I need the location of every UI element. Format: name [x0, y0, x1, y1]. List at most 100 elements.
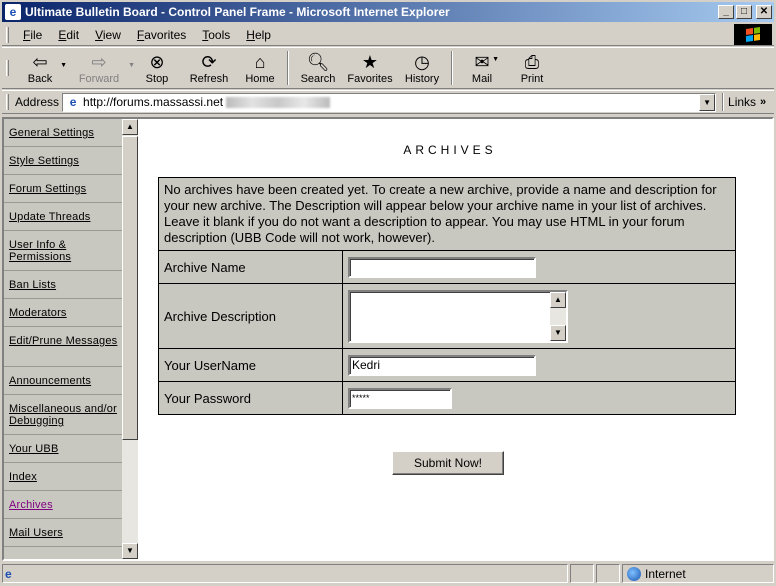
- address-input[interactable]: e http://forums.massassi.net ▼: [62, 92, 717, 112]
- page-status-icon: e: [5, 566, 12, 581]
- history-icon: ◷: [414, 52, 430, 72]
- home-label: Home: [245, 73, 275, 85]
- page-title: ARCHIVES: [403, 143, 497, 157]
- password-label: Your Password: [158, 381, 343, 415]
- sidebar-item-archives[interactable]: Archives: [4, 491, 122, 519]
- nav-scrollbar[interactable]: ▲ ▼: [122, 119, 138, 559]
- security-zone: Internet: [622, 564, 774, 583]
- mail-icon: ✉: [474, 52, 490, 72]
- address-dropdown-icon[interactable]: ▼: [699, 93, 716, 111]
- sidebar-item-forum-settings[interactable]: Forum Settings: [4, 175, 122, 203]
- page-icon: e: [69, 95, 77, 109]
- sidebar-item-your-ubb[interactable]: Your UBB: [4, 435, 122, 463]
- sidebar-item-announcements[interactable]: Announcements: [4, 367, 122, 395]
- menu-view[interactable]: View: [87, 28, 129, 42]
- sidebar-item-general-settings[interactable]: General Settings: [4, 119, 122, 147]
- search-button[interactable]: 🔍︎ Search: [293, 48, 343, 88]
- browser-content: General Settings Style Settings Forum Se…: [2, 117, 774, 561]
- scroll-thumb[interactable]: [122, 136, 138, 440]
- windows-logo-icon: [734, 24, 772, 45]
- toolbar-separator: [287, 51, 289, 85]
- submit-button[interactable]: Submit Now!: [392, 451, 504, 475]
- menu-favorites[interactable]: Favorites: [129, 28, 194, 42]
- sidebar-item-miscellaneous[interactable]: Miscellaneous and/or Debugging: [4, 395, 122, 435]
- refresh-icon: ⟳: [201, 52, 217, 72]
- scroll-up-icon[interactable]: ▲: [550, 291, 566, 308]
- toolbar-grip[interactable]: [6, 60, 9, 76]
- menu-help[interactable]: Help: [238, 28, 279, 42]
- archive-description-label: Archive Description: [158, 283, 343, 349]
- print-label: Print: [520, 73, 544, 85]
- favorites-folder-icon: ★: [361, 52, 379, 72]
- refresh-label: Refresh: [189, 73, 229, 85]
- home-button[interactable]: ⌂ Home: [237, 48, 283, 88]
- stop-button[interactable]: ⊗ Stop: [133, 48, 181, 88]
- menu-edit[interactable]: Edit: [50, 28, 87, 42]
- back-button[interactable]: ⇦ Back ▼: [15, 48, 67, 88]
- sidebar-item-update-threads[interactable]: Update Threads: [4, 203, 122, 231]
- scroll-down-icon[interactable]: ▼: [122, 543, 138, 559]
- close-button[interactable]: ✕: [756, 5, 772, 19]
- stop-icon: ⊗: [149, 52, 165, 72]
- printer-icon: ⎙: [524, 52, 540, 72]
- back-label: Back: [27, 73, 53, 85]
- menu-tools[interactable]: Tools: [194, 28, 238, 42]
- mail-button[interactable]: ✉ Mail ▼: [457, 48, 507, 88]
- status-cell: [596, 564, 620, 583]
- sidebar-item-index[interactable]: Index: [4, 463, 122, 491]
- minimize-button[interactable]: _: [718, 5, 734, 19]
- links-button[interactable]: Links: [728, 95, 756, 109]
- search-icon: 🔍︎: [306, 52, 330, 72]
- toolbar-separator: [722, 93, 725, 111]
- sidebar-item-mail-users[interactable]: Mail Users: [4, 519, 122, 547]
- toolbar-grip[interactable]: [6, 26, 9, 43]
- history-button[interactable]: ◷ History: [397, 48, 447, 88]
- status-cell: [570, 564, 594, 583]
- sidebar-item-edit-prune-messages[interactable]: Edit/Prune Messages: [4, 327, 122, 367]
- sidebar-item-ban-lists[interactable]: Ban Lists: [4, 271, 122, 299]
- menu-file[interactable]: File: [15, 28, 50, 42]
- window-titlebar[interactable]: e Ultimate Bulletin Board - Control Pane…: [2, 2, 774, 22]
- main-frame: ARCHIVES No archives have been created y…: [140, 119, 772, 559]
- menu-bar: File Edit View Favorites Tools Help: [2, 24, 774, 46]
- status-bar: e Internet: [2, 563, 774, 584]
- standard-toolbar: ⇦ Back ▼ ⇨ Forward ▼ ⊗ Stop ⟳ Refresh ⌂ …: [2, 47, 774, 89]
- textarea-scrollbar[interactable]: ▲ ▼: [550, 291, 566, 341]
- sidebar-item-style-settings[interactable]: Style Settings: [4, 147, 122, 175]
- archive-description-textarea[interactable]: ▲ ▼: [348, 289, 568, 343]
- forward-label: Forward: [78, 73, 120, 85]
- password-input[interactable]: *****: [348, 387, 452, 409]
- chevron-right-icon[interactable]: »: [760, 96, 766, 108]
- favorites-button[interactable]: ★ Favorites: [343, 48, 397, 88]
- zone-label: Internet: [645, 566, 686, 581]
- address-bar: Address e http://forums.massassi.net ▼ L…: [2, 90, 774, 114]
- window-title: Ultimate Bulletin Board - Control Panel …: [25, 5, 450, 19]
- forward-arrow-icon: ⇨: [91, 52, 107, 72]
- search-label: Search: [300, 73, 336, 85]
- username-input[interactable]: Kedri: [348, 354, 536, 376]
- home-icon: ⌂: [254, 52, 266, 72]
- forward-button[interactable]: ⇨ Forward ▼: [65, 48, 135, 88]
- toolbar-separator: [451, 51, 453, 85]
- mail-label: Mail: [471, 73, 493, 85]
- dropdown-arrow-icon[interactable]: ▼: [492, 56, 499, 63]
- archive-name-label: Archive Name: [158, 250, 343, 284]
- address-label: Address: [15, 95, 60, 109]
- sidebar-nav: General Settings Style Settings Forum Se…: [4, 119, 122, 547]
- print-button[interactable]: ⎙ Print: [507, 48, 557, 88]
- archive-name-input[interactable]: [348, 256, 536, 278]
- refresh-button[interactable]: ⟳ Refresh: [181, 48, 237, 88]
- back-arrow-icon: ⇦: [32, 52, 48, 72]
- intro-text: No archives have been created yet. To cr…: [158, 177, 736, 251]
- scroll-up-icon[interactable]: ▲: [122, 119, 138, 135]
- toolbar-grip[interactable]: [6, 94, 9, 110]
- nav-frame: General Settings Style Settings Forum Se…: [4, 119, 138, 559]
- internet-globe-icon: [627, 566, 641, 581]
- sidebar-item-moderators[interactable]: Moderators: [4, 299, 122, 327]
- archive-form-table: No archives have been created yet. To cr…: [158, 177, 736, 415]
- maximize-button[interactable]: □: [736, 5, 752, 19]
- scroll-down-icon[interactable]: ▼: [550, 324, 566, 341]
- history-label: History: [404, 73, 440, 85]
- blurred-url-path: [226, 96, 331, 108]
- sidebar-item-user-info-permissions[interactable]: User Info & Permissions: [4, 231, 122, 271]
